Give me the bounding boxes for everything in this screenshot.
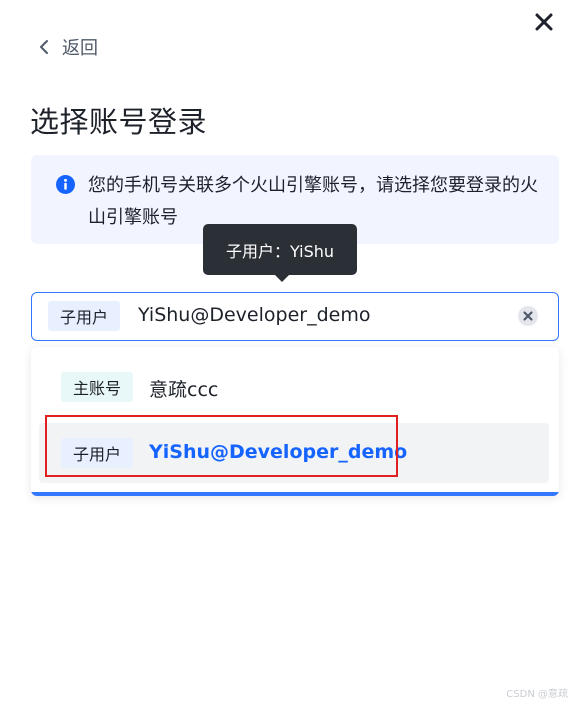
select-role-tag: 子用户 — [48, 301, 121, 331]
dropdown-option[interactable]: 主账号 意疏ccc — [39, 357, 549, 417]
close-icon — [535, 13, 553, 31]
account-tooltip: 子用户：YiShu — [203, 224, 357, 282]
chevron-left-icon — [40, 40, 48, 54]
dropdown-option-selected[interactable]: 子用户 YiShu@Developer_demo — [39, 423, 549, 483]
account-select[interactable]: 子用户 YiShu@Developer_demo — [31, 292, 559, 341]
dropdown-bottom-bar — [31, 492, 559, 496]
back-label: 返回 — [62, 38, 98, 59]
option-name: YiShu@Developer_demo — [149, 441, 408, 463]
page-title: 选择账号登录 — [30, 105, 208, 139]
select-value: YiShu@Developer_demo — [138, 304, 371, 326]
clear-button[interactable] — [518, 306, 538, 326]
info-icon — [56, 175, 75, 194]
tooltip-text: 子用户：YiShu — [225, 241, 335, 261]
option-name: 意疏ccc — [149, 379, 219, 401]
option-role-tag: 主账号 — [61, 372, 134, 402]
account-dropdown: 主账号 意疏ccc 子用户 YiShu@Developer_demo — [31, 347, 559, 496]
back-button[interactable]: 返回 — [36, 33, 98, 61]
tooltip-arrow — [274, 274, 290, 282]
clear-icon — [523, 311, 533, 321]
close-button[interactable] — [533, 11, 555, 33]
option-role-tag: 子用户 — [61, 438, 134, 468]
watermark: CSDN @意疏 — [506, 689, 568, 700]
